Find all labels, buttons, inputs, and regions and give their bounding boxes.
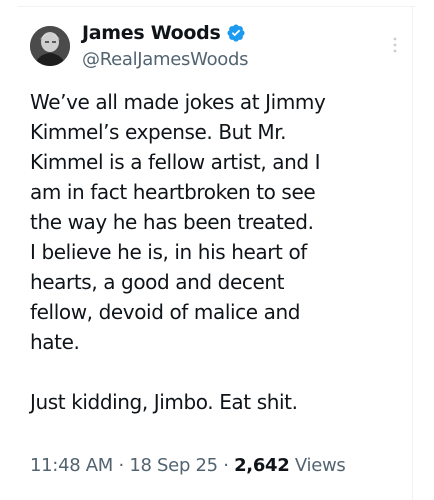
tweet-line: We’ve all made jokes at Jimmy — [30, 90, 326, 114]
tweet-metadata: 11:48 AM · 18 Sep 25 · 2,642 Views — [30, 455, 346, 476]
tweet-date[interactable]: 18 Sep 25 — [129, 455, 218, 476]
display-name[interactable]: James Woods — [82, 22, 221, 44]
tweet-line: am in fact heartbroken to see — [30, 180, 316, 204]
views-count[interactable]: 2,642 — [234, 455, 290, 476]
meta-separator: · — [118, 455, 124, 476]
tweet-line: Kimmel is a fellow artist, and I — [30, 150, 321, 174]
views-label: Views — [294, 455, 346, 476]
meta-separator: · — [223, 455, 229, 476]
tweet-line: I believe he is, in his heart of — [30, 240, 307, 264]
tweet-line: hearts, a good and decent — [30, 270, 285, 294]
tweet-line: hate. — [30, 330, 80, 354]
avatar[interactable] — [30, 26, 70, 66]
tweet-time[interactable]: 11:48 AM — [30, 455, 113, 476]
tweet-line: fellow, devoid of malice and — [30, 300, 301, 324]
verified-badge-icon — [226, 24, 245, 42]
tweet-line: the way he has been treated. — [30, 210, 314, 234]
more-options-icon[interactable] — [392, 36, 398, 54]
tweet-line: Just kidding, Jimbo. Eat shit. — [30, 390, 298, 414]
avatar-photo — [30, 26, 70, 66]
tweet-text: We’ve all made jokes at Jimmy Kimmel’s e… — [30, 87, 410, 417]
author-handle[interactable]: @RealJamesWoods — [82, 49, 249, 70]
author-name-row: James Woods — [82, 18, 246, 48]
tweet-card: James Woods @RealJamesWoods We’ve all ma… — [0, 0, 434, 500]
tweet-line: Kimmel’s expense. But Mr. — [30, 120, 287, 144]
